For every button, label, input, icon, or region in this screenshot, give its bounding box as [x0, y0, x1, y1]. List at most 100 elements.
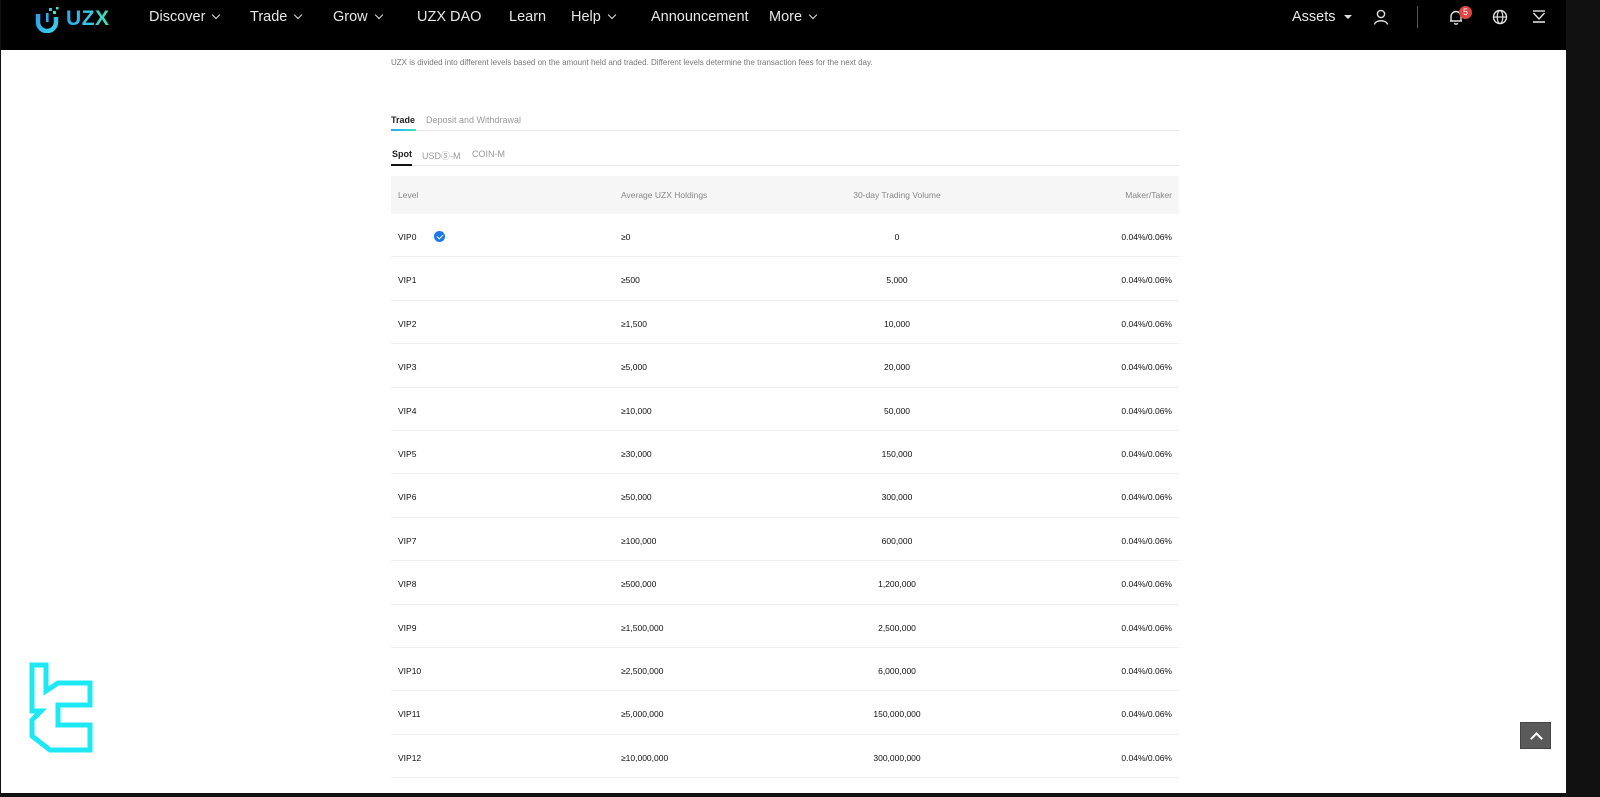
uzx-logo[interactable]: UZX [35, 4, 110, 34]
holdings-cell: ≥5,000,000 [621, 709, 664, 720]
holdings-cell: ≥5,000 [621, 362, 647, 373]
tab-trade[interactable]: Trade [391, 115, 415, 125]
level-cell: VIP2 [398, 318, 417, 329]
maker-taker-cell: 0.04%/0.06% [1121, 665, 1172, 676]
nav-uzx-dao[interactable]: UZX DAO [417, 8, 481, 26]
back-to-top-button[interactable] [1520, 722, 1551, 749]
chevron-down-icon [294, 10, 303, 20]
nav-grow-label: Grow [333, 9, 368, 25]
volume-cell: 6,000,000 [878, 665, 916, 676]
holdings-cell: ≥10,000 [621, 405, 652, 416]
volume-cell: 1,200,000 [878, 579, 916, 590]
level-cell: VIP8 [398, 579, 417, 590]
maker-taker-cell: 0.04%/0.06% [1121, 622, 1172, 633]
chevron-down-icon [374, 10, 383, 20]
level-cell: VIP10 [398, 665, 422, 676]
nav-announcement-label: Announcement [651, 9, 749, 25]
volume-cell: 50,000 [884, 405, 910, 416]
nav-trade[interactable]: Trade [250, 8, 303, 26]
nav-learn[interactable]: Learn [509, 8, 546, 26]
holdings-cell: ≥2,500,000 [621, 665, 664, 676]
volume-cell: 0 [894, 232, 900, 242]
nav-help[interactable]: Help [571, 8, 617, 26]
table-body: VIP0 ≥0 0 0.04%/0.06% VIP1 ≥500 5,000 0.04%/0.0… [391, 214, 1179, 779]
nav-discover-label: Discover [149, 9, 206, 25]
volume-cell: 20,000 [884, 362, 910, 373]
maker-taker-cell: 0.04%/0.06% [1121, 448, 1172, 459]
tab-spot[interactable]: Spot [392, 149, 412, 159]
uzx-logo-icon [35, 7, 59, 33]
header-volume: 30-day Trading Volume [853, 190, 941, 200]
nav-uzx-dao-label: UZX DAO [417, 9, 482, 25]
volume-cell: 600,000 [881, 535, 913, 546]
brand-name: UZX [66, 7, 110, 30]
top-nav: UZX Discover Trade Grow UZX DAO Learn He… [1, 0, 1566, 50]
market-tabs: Spot USDⓈ-M COIN-M [391, 147, 1179, 166]
maker-taker-cell: 0.04%/0.06% [1121, 579, 1172, 590]
volume-cell: 300,000,000 [873, 752, 921, 763]
holdings-cell: ≥1,500 [621, 318, 647, 329]
level-cell: VIP11 [398, 709, 421, 720]
level-cell: VIP1 [398, 275, 417, 286]
assets-label: Assets [1292, 9, 1336, 25]
holdings-cell: ≥0 [621, 232, 631, 242]
level-cell: VIP3 [398, 362, 417, 373]
header-level: Level [398, 190, 419, 200]
table-row: VIP6 ≥50,000 300,000 0.04%/0.06% [391, 474, 1179, 518]
header-maker-taker: Maker/Taker [1125, 190, 1172, 200]
assets-menu[interactable]: Assets [1292, 8, 1352, 26]
holdings-cell: ≥500 [621, 275, 640, 286]
chevron-down-icon [212, 10, 221, 20]
notification-badge: 5 [1459, 6, 1472, 19]
table-row: VIP7 ≥100,000 600,000 0.04%/0.06% [391, 518, 1179, 562]
holdings-cell: ≥10,000,000 [621, 752, 669, 763]
table-row: VIP11 ≥5,000,000 150,000,000 0.04%/0.06% [391, 691, 1179, 735]
table-row: VIP10 ≥2,500,000 6,000,000 0.04%/0.06% [391, 648, 1179, 692]
table-row: VIP4 ≥10,000 50,000 0.04%/0.06% [391, 388, 1179, 431]
volume-cell: 300,000 [881, 492, 913, 503]
volume-cell: 150,000 [881, 448, 913, 459]
tab-usds-m[interactable]: USDⓈ-M [422, 149, 461, 162]
level-cell: VIP0 [398, 232, 417, 242]
level-cell: VIP7 [398, 535, 417, 546]
maker-taker-cell: 0.04%/0.06% [1121, 318, 1172, 329]
table-row: VIP12 ≥10,000,000 300,000,000 0.04%/0.06% [391, 735, 1179, 779]
table-row: VIP9 ≥1,500,000 2,500,000 0.04%/0.06% [391, 605, 1179, 648]
level-cell: VIP12 [398, 752, 422, 763]
user-icon[interactable] [1372, 8, 1390, 26]
volume-cell: 150,000,000 [873, 709, 921, 720]
tab-coin-m[interactable]: COIN-M [472, 149, 505, 159]
holdings-cell: ≥50,000 [621, 492, 652, 503]
globe-icon[interactable] [1491, 8, 1509, 26]
table-row: VIP2 ≥1,500 10,000 0.04%/0.06% [391, 301, 1179, 345]
level-cell: VIP4 [398, 405, 417, 416]
level-cell: VIP6 [398, 492, 417, 503]
level-cell: VIP5 [398, 448, 417, 459]
maker-taker-cell: 0.04%/0.06% [1121, 232, 1172, 242]
page: UZX Discover Trade Grow UZX DAO Learn He… [1, 0, 1566, 793]
download-icon[interactable] [1530, 8, 1548, 26]
nav-discover[interactable]: Discover [149, 8, 221, 26]
intro-text: UZX is divided into different levels bas… [391, 58, 873, 67]
vip-fee-table: Level Average UZX Holdings 30-day Tradin… [391, 176, 1179, 779]
maker-taker-cell: 0.04%/0.06% [1121, 492, 1172, 503]
holdings-cell: ≥100,000 [621, 535, 657, 546]
fee-type-tabs: Trade Deposit and Withdrawal [391, 113, 1179, 131]
level-cell: VIP9 [398, 622, 417, 633]
chevron-down-icon [607, 10, 617, 20]
holdings-cell: ≥1,500,000 [621, 622, 664, 633]
maker-taker-cell: 0.04%/0.06% [1121, 709, 1172, 720]
table-row: VIP8 ≥500,000 1,200,000 0.04%/0.06% [391, 561, 1179, 605]
maker-taker-cell: 0.04%/0.06% [1121, 275, 1172, 286]
nav-grow[interactable]: Grow [333, 8, 383, 26]
volume-cell: 5,000 [886, 275, 908, 286]
watermark-logo-icon [29, 662, 93, 753]
tab-deposit-withdrawal[interactable]: Deposit and Withdrawal [426, 115, 521, 125]
table-row: VIP1 ≥500 5,000 0.04%/0.06% [391, 257, 1179, 301]
holdings-cell: ≥500,000 [621, 579, 657, 590]
active-tab-indicator [391, 129, 416, 131]
nav-announcement[interactable]: Announcement [651, 8, 749, 26]
nav-help-label: Help [571, 9, 601, 25]
nav-more-label: More [769, 9, 803, 25]
nav-more[interactable]: More [769, 8, 818, 26]
